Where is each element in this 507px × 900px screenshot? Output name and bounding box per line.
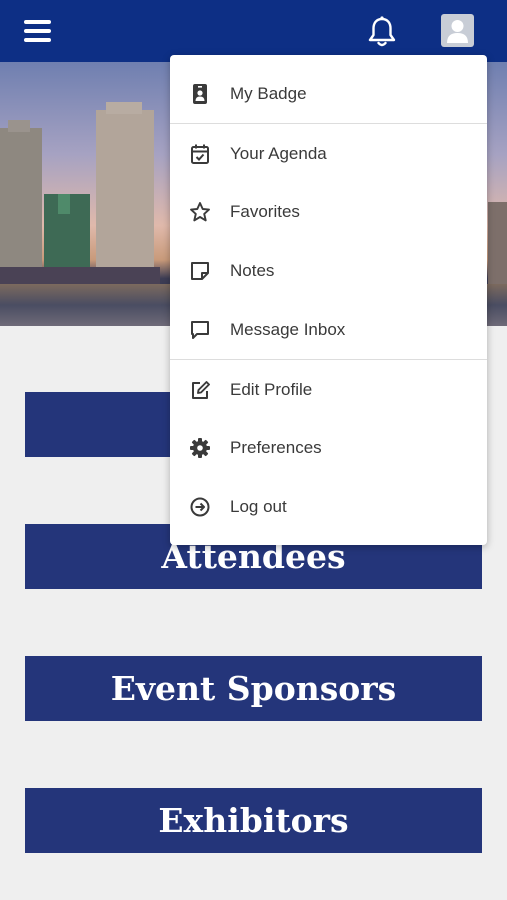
exhibitors-button[interactable]: Exhibitors xyxy=(25,788,482,853)
menu-item-label: Log out xyxy=(230,497,287,516)
edit-icon xyxy=(189,379,211,401)
menu-item-label: My Badge xyxy=(230,84,307,103)
star-icon xyxy=(189,201,211,223)
menu-item-your-agenda[interactable]: Your Agenda xyxy=(170,125,487,183)
menu-item-message-inbox[interactable]: Message Inbox xyxy=(170,301,487,359)
menu-item-label: Preferences xyxy=(230,438,322,457)
event-sponsors-button-label: Event Sponsors xyxy=(110,669,397,708)
event-sponsors-button[interactable]: Event Sponsors xyxy=(25,656,482,721)
menu-item-preferences[interactable]: Preferences xyxy=(170,419,487,477)
menu-item-edit-profile[interactable]: Edit Profile xyxy=(170,361,487,419)
menu-divider xyxy=(170,123,487,124)
menu-item-label: Edit Profile xyxy=(230,380,313,399)
menu-item-label: Message Inbox xyxy=(230,320,346,339)
hamburger-menu-icon[interactable] xyxy=(24,19,52,43)
menu-item-notes[interactable]: Notes xyxy=(170,242,487,300)
user-avatar-icon[interactable] xyxy=(441,14,474,47)
logout-icon xyxy=(189,496,211,518)
exhibitors-button-label: Exhibitors xyxy=(158,801,349,840)
badge-icon xyxy=(189,83,211,105)
calendar-check-icon xyxy=(189,143,211,165)
menu-item-my-badge[interactable]: My Badge xyxy=(170,65,487,123)
gear-icon xyxy=(189,437,211,459)
menu-item-log-out[interactable]: Log out xyxy=(170,478,487,536)
bell-icon[interactable] xyxy=(366,15,398,49)
menu-divider xyxy=(170,359,487,360)
menu-item-label: Your Agenda xyxy=(230,144,327,163)
top-bar xyxy=(0,0,507,62)
chat-bubble-icon xyxy=(189,319,211,341)
note-icon xyxy=(189,260,211,282)
menu-item-favorites[interactable]: Favorites xyxy=(170,183,487,241)
user-menu: My Badge Your Agenda Favorites Notes Mes… xyxy=(170,55,487,545)
menu-item-label: Favorites xyxy=(230,202,300,221)
menu-item-label: Notes xyxy=(230,261,275,280)
